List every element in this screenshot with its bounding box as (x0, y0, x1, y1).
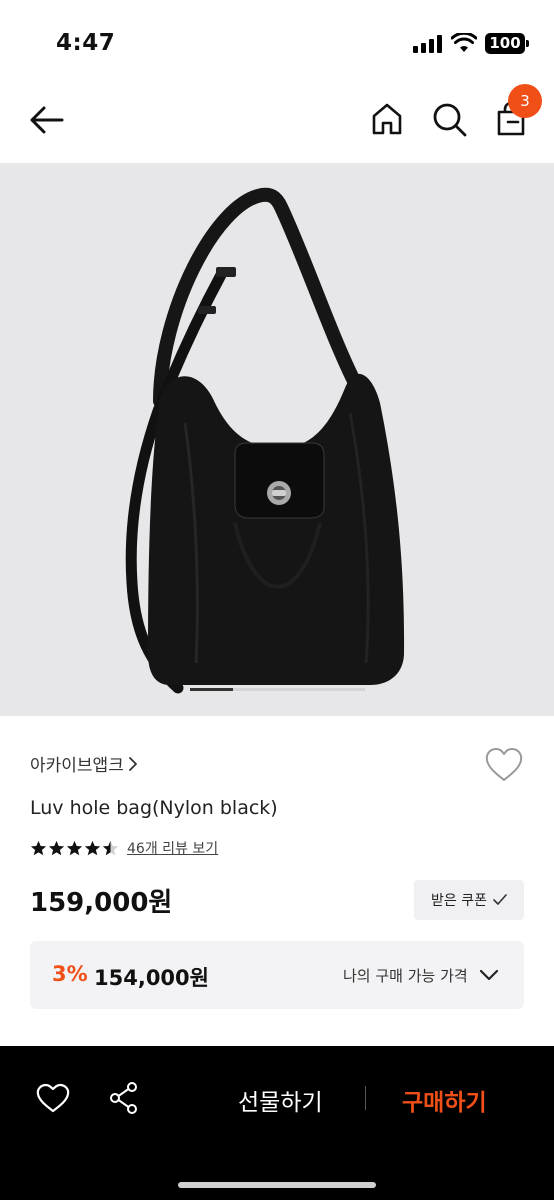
image-page-indicator-active (190, 688, 233, 691)
bottom-action-bar: 선물하기 구매하기 (0, 1046, 554, 1200)
star-icon (30, 840, 47, 855)
back-arrow-icon[interactable] (26, 100, 68, 140)
rating-stars (30, 840, 119, 857)
brand-name: 아카이브앱크 (30, 756, 124, 776)
my-price: 154,000원 (94, 966, 209, 990)
check-icon (493, 894, 507, 905)
coupon-button[interactable]: 받은 쿠폰 (414, 880, 524, 920)
home-icon[interactable] (369, 100, 405, 138)
chevron-right-icon (128, 756, 137, 771)
battery-indicator: 100 (485, 33, 529, 54)
product-name: Luv hole bag(Nylon black) (30, 797, 278, 819)
wifi-icon (451, 33, 477, 52)
star-icon (66, 840, 83, 855)
share-icon[interactable] (108, 1081, 140, 1115)
bottom-bar-divider (365, 1086, 366, 1110)
my-price-label: 나의 구매 가능 가격 (343, 967, 468, 985)
cart-count-badge: 3 (508, 84, 542, 118)
nav-header (0, 80, 554, 162)
bag-photo (125, 187, 405, 694)
image-page-indicator (190, 688, 365, 691)
heart-icon[interactable] (484, 746, 524, 784)
heart-icon[interactable] (36, 1082, 70, 1114)
brand-link[interactable]: 아카이브앱크 (30, 751, 138, 776)
my-price-box[interactable]: 3% 154,000원 나의 구매 가능 가격 (30, 941, 524, 1009)
status-time: 4:47 (56, 30, 116, 56)
chevron-down-icon[interactable] (478, 965, 500, 985)
product-image[interactable] (0, 163, 554, 716)
review-link[interactable]: 46개 리뷰 보기 (127, 838, 218, 858)
discount-rate: 3% (52, 962, 88, 986)
home-indicator[interactable] (178, 1182, 376, 1188)
gift-button[interactable]: 선물하기 (238, 1083, 323, 1117)
status-bar: 4:47 100 (0, 0, 554, 80)
product-price: 159,000원 (30, 888, 173, 918)
star-icon (48, 840, 65, 855)
star-half-icon (102, 840, 119, 855)
buy-button[interactable]: 구매하기 (402, 1083, 487, 1117)
star-icon (84, 840, 101, 855)
cellular-signal-icon (413, 35, 443, 53)
coupon-button-label: 받은 쿠폰 (431, 893, 487, 909)
rating-row: 46개 리뷰 보기 (30, 838, 218, 858)
search-icon[interactable] (430, 100, 468, 138)
